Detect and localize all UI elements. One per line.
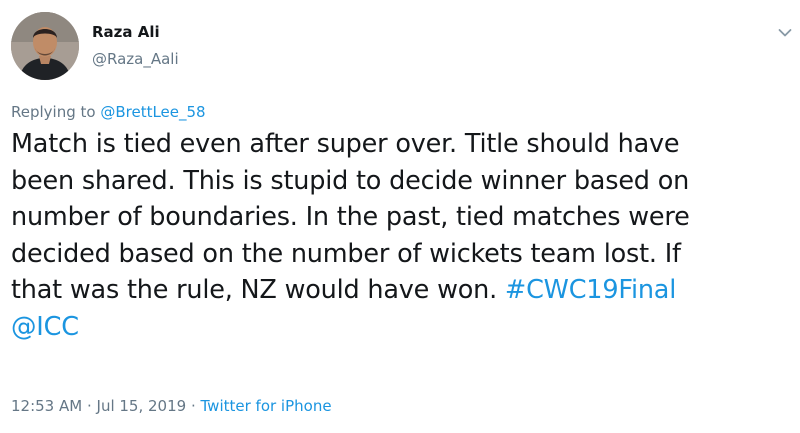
chevron-down-icon[interactable] xyxy=(778,28,792,38)
tweet-text-line: Match is tied even after super over. Tit… xyxy=(11,129,680,159)
author-handle[interactable]: @Raza_Aali xyxy=(92,50,179,68)
tweet-text-line: that was the rule, NZ would have won. xyxy=(11,275,505,305)
tweet-text-line-6: @ICC xyxy=(11,309,786,346)
hashtag-link[interactable]: #CWC19Final xyxy=(505,275,676,305)
tweet-source-link[interactable]: Twitter for iPhone xyxy=(201,397,332,415)
author-name[interactable]: Raza Ali xyxy=(92,23,160,41)
tweet-card: Raza Ali @Raza_Aali Replying to @BrettLe… xyxy=(0,0,800,433)
tweet-text: Match is tied even after super over. Tit… xyxy=(11,126,786,345)
tweet-time[interactable]: 12:53 AM xyxy=(11,397,82,415)
tweet-text-line: decided based on the number of wickets t… xyxy=(11,238,681,269)
replying-to-label: Replying to xyxy=(11,103,101,121)
reply-mention-link[interactable]: @BrettLee_58 xyxy=(100,103,205,121)
avatar[interactable] xyxy=(11,12,79,80)
tweet-meta: 12:53 AM · Jul 15, 2019 · Twitter for iP… xyxy=(11,397,332,415)
tweet-text-line-5: that was the rule, NZ would have won. #C… xyxy=(11,272,786,309)
mention-link[interactable]: @ICC xyxy=(11,312,79,342)
meta-separator: · xyxy=(82,397,97,415)
tweet-text-line: number of boundaries. In the past, tied … xyxy=(11,202,690,232)
tweet-text-line: been shared. This is stupid to decide wi… xyxy=(11,165,690,196)
replying-to: Replying to @BrettLee_58 xyxy=(11,103,206,121)
tweet-date[interactable]: Jul 15, 2019 xyxy=(97,397,187,415)
avatar-photo xyxy=(11,12,79,80)
meta-separator: · xyxy=(186,397,201,415)
